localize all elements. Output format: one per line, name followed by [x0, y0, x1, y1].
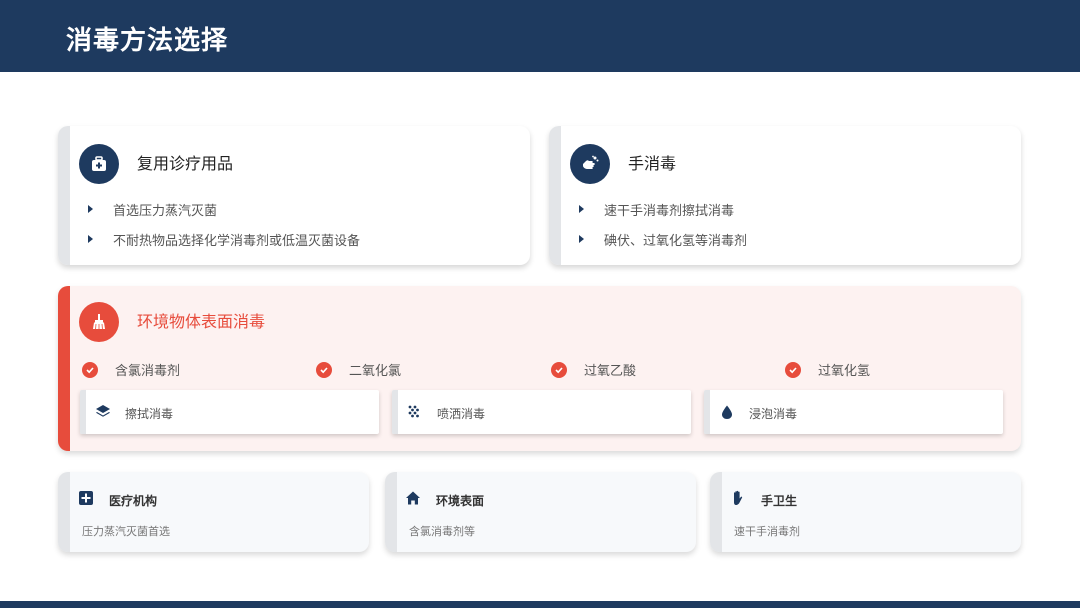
- check-icon: [82, 361, 98, 378]
- check-icon: [785, 361, 801, 378]
- page-title: 消毒方法选择: [66, 26, 229, 56]
- card-reuse-medical-items: 复用诊疗用品 首选压力蒸汽灭菌 不耐热物品选择化学消毒剂或低温灭菌设备: [58, 126, 530, 265]
- summary-card-environment: 环境表面 含氯消毒剂等: [385, 472, 696, 552]
- hand-icon: [734, 490, 743, 505]
- header-bar: 消毒方法选择: [0, 0, 1080, 72]
- caret-right-icon: [579, 234, 584, 243]
- card-title: 复用诊疗用品: [137, 154, 234, 173]
- list-item: 碘伏、过氧化氢等消毒剂: [579, 230, 747, 249]
- summary-title: 医疗机构: [109, 494, 158, 508]
- environment-surface-section: 环境物体表面消毒 含氯消毒剂 二氧化氯 过氧乙酸 过氧化氢 擦拭消毒 喷洒消毒: [58, 286, 1021, 451]
- section-title: 环境物体表面消毒: [137, 312, 266, 331]
- home-icon: [406, 491, 420, 505]
- disinfectant-item: 含氯消毒剂: [82, 360, 180, 379]
- list-item: 不耐热物品选择化学消毒剂或低温灭菌设备: [88, 230, 360, 249]
- check-icon: [316, 361, 332, 378]
- list-item: 速干手消毒剂擦拭消毒: [579, 200, 734, 219]
- footer-bar: [0, 601, 1080, 608]
- layers-icon: [96, 405, 110, 417]
- card-stripe: [549, 126, 561, 265]
- card-title: 手消毒: [628, 154, 677, 173]
- spray-icon: [408, 405, 419, 418]
- droplet-icon: [722, 405, 732, 419]
- card-stripe: [58, 126, 70, 265]
- broom-icon: [79, 302, 119, 342]
- method-soak: 浸泡消毒: [704, 390, 1003, 434]
- method-label: 擦拭消毒: [125, 407, 174, 421]
- caret-right-icon: [579, 204, 584, 213]
- method-label: 浸泡消毒: [749, 407, 798, 421]
- check-icon: [551, 361, 567, 378]
- caret-right-icon: [88, 204, 93, 213]
- summary-title: 手卫生: [761, 494, 798, 508]
- caret-right-icon: [88, 234, 93, 243]
- hospital-cross-icon: [79, 491, 93, 505]
- summary-desc: 含氯消毒剂等: [409, 525, 475, 538]
- summary-card-medical-institution: 医疗机构 压力蒸汽灭菌首选: [58, 472, 369, 552]
- disinfectant-item: 二氧化氯: [316, 360, 401, 379]
- medical-kit-icon: [79, 144, 119, 184]
- disinfectant-item: 过氧化氢: [785, 360, 870, 379]
- card-hand-disinfection: 手消毒 速干手消毒剂擦拭消毒 碘伏、过氧化氢等消毒剂: [549, 126, 1021, 265]
- disinfectant-item: 过氧乙酸: [551, 360, 636, 379]
- hand-wash-icon: [570, 144, 610, 184]
- summary-desc: 压力蒸汽灭菌首选: [82, 525, 170, 538]
- method-spray: 喷洒消毒: [392, 390, 691, 434]
- method-label: 喷洒消毒: [437, 407, 486, 421]
- summary-desc: 速干手消毒剂: [734, 525, 800, 538]
- summary-card-hand-hygiene: 手卫生 速干手消毒剂: [710, 472, 1021, 552]
- summary-title: 环境表面: [436, 494, 485, 508]
- list-item: 首选压力蒸汽灭菌: [88, 200, 217, 219]
- method-wipe: 擦拭消毒: [80, 390, 379, 434]
- accent-stripe: [58, 286, 70, 451]
